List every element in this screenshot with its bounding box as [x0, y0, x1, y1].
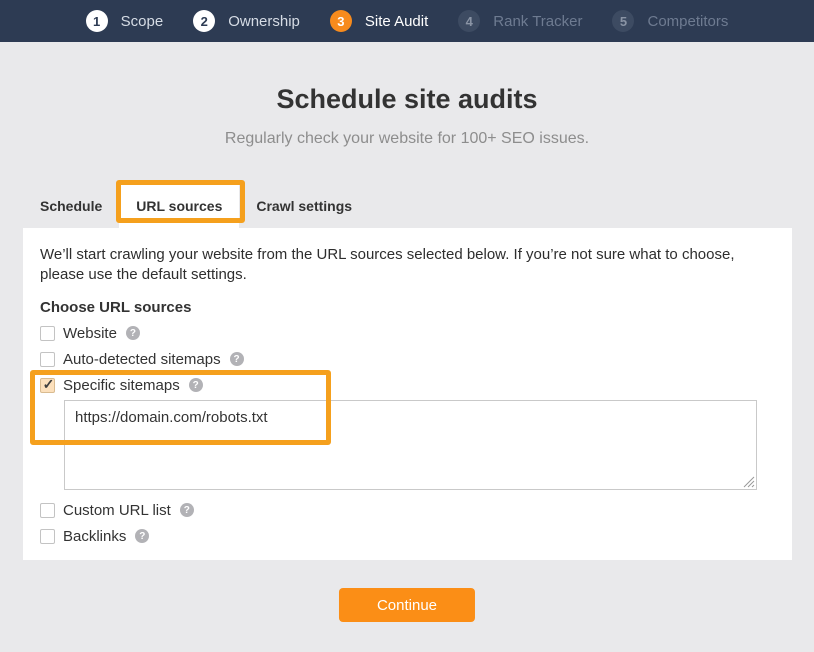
- option-row-website: Website ?: [40, 325, 140, 341]
- continue-button[interactable]: Continue: [339, 588, 475, 622]
- option-row-auto-detected-sitemaps: Auto-detected sitemaps ?: [40, 351, 244, 367]
- resize-handle-icon[interactable]: [743, 476, 755, 488]
- step-label: Ownership: [228, 13, 300, 30]
- wizard-stepper-bar: 1 Scope 2 Ownership 3 Site Audit 4 Rank …: [0, 0, 814, 42]
- step-ownership[interactable]: 2 Ownership: [193, 10, 300, 32]
- step-rank-tracker[interactable]: 4 Rank Tracker: [458, 10, 582, 32]
- step-number-badge: 2: [193, 10, 215, 32]
- help-icon[interactable]: ?: [180, 503, 194, 517]
- custom-url-list-label[interactable]: Custom URL list: [63, 502, 171, 519]
- page-subtitle: Regularly check your website for 100+ SE…: [0, 130, 814, 148]
- step-number-badge: 3: [330, 10, 352, 32]
- specific-sitemaps-textarea[interactable]: https://domain.com/robots.txt: [64, 400, 757, 490]
- help-icon[interactable]: ?: [189, 378, 203, 392]
- website-checkbox[interactable]: [40, 326, 55, 341]
- step-label: Scope: [121, 13, 164, 30]
- checkmark-icon: ✓: [43, 376, 55, 393]
- step-number-badge: 4: [458, 10, 480, 32]
- step-number-badge: 1: [86, 10, 108, 32]
- step-label: Competitors: [647, 13, 728, 30]
- tab-schedule[interactable]: Schedule: [23, 185, 119, 228]
- website-label[interactable]: Website: [63, 325, 117, 342]
- option-row-backlinks: Backlinks ?: [40, 528, 149, 544]
- auto-detected-sitemaps-checkbox[interactable]: [40, 352, 55, 367]
- help-icon[interactable]: ?: [135, 529, 149, 543]
- step-number-badge: 5: [612, 10, 634, 32]
- url-sources-panel: We’ll start crawling your website from t…: [23, 228, 792, 560]
- specific-sitemaps-input-wrap: https://domain.com/robots.txt: [64, 400, 757, 490]
- step-competitors[interactable]: 5 Competitors: [612, 10, 728, 32]
- help-icon[interactable]: ?: [126, 326, 140, 340]
- step-label: Rank Tracker: [493, 13, 582, 30]
- option-row-specific-sitemaps: ✓ Specific sitemaps ?: [40, 377, 203, 393]
- step-site-audit[interactable]: 3 Site Audit: [330, 10, 428, 32]
- backlinks-checkbox[interactable]: [40, 529, 55, 544]
- option-row-custom-url-list: Custom URL list ?: [40, 502, 194, 518]
- custom-url-list-checkbox[interactable]: [40, 503, 55, 518]
- choose-url-sources-heading: Choose URL sources: [40, 299, 191, 316]
- page-title: Schedule site audits: [0, 84, 814, 115]
- panel-intro-text: We’ll start crawling your website from t…: [40, 245, 782, 285]
- specific-sitemaps-checkbox[interactable]: ✓: [40, 378, 55, 393]
- step-label: Site Audit: [365, 13, 428, 30]
- tab-crawl-settings[interactable]: Crawl settings: [239, 185, 369, 228]
- settings-tabs: Schedule URL sources Crawl settings: [23, 185, 369, 228]
- tab-url-sources[interactable]: URL sources: [119, 185, 239, 228]
- backlinks-label[interactable]: Backlinks: [63, 528, 126, 545]
- auto-detected-sitemaps-label[interactable]: Auto-detected sitemaps: [63, 351, 221, 368]
- step-scope[interactable]: 1 Scope: [86, 10, 164, 32]
- wizard-steps: 1 Scope 2 Ownership 3 Site Audit 4 Rank …: [86, 10, 729, 32]
- help-icon[interactable]: ?: [230, 352, 244, 366]
- specific-sitemaps-label[interactable]: Specific sitemaps: [63, 377, 180, 394]
